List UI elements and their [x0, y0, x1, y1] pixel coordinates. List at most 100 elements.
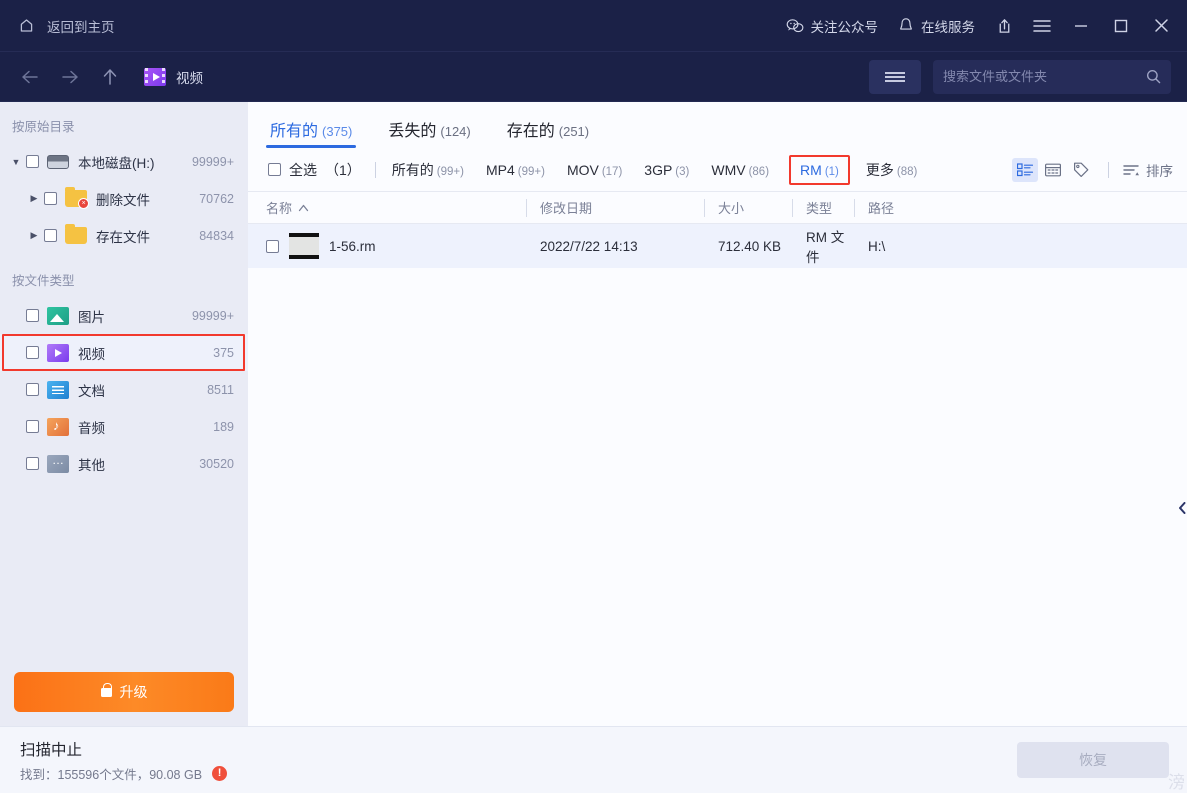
filter-3gp-label: 3GP	[644, 161, 673, 178]
filter-mp4-count: (99+)	[517, 165, 545, 178]
column-header-name[interactable]: 名称	[248, 192, 526, 224]
hamburger-icon[interactable]	[1023, 0, 1061, 52]
recover-label: 恢复	[1079, 752, 1107, 768]
sidebar-scroll: 按原始目录 ▼ 本地磁盘(H:) 99999+ ▶ × 删除文件 70762 ▶…	[0, 102, 248, 672]
filter-3gp[interactable]: 3GP (3)	[642, 158, 691, 182]
recover-button[interactable]: 恢复	[1017, 742, 1169, 778]
select-all-count: （1）	[325, 161, 361, 178]
search-box[interactable]	[933, 59, 1171, 94]
checkbox-audio[interactable]	[26, 420, 39, 433]
back-to-home-button[interactable]: 返回到主页	[0, 16, 115, 36]
minimize-icon[interactable]	[1061, 0, 1101, 52]
tab-lost[interactable]: 丢失的 (124)	[384, 117, 474, 148]
table-header: 名称 修改日期 大小 类型 路径	[248, 192, 1187, 224]
sidebar-item-local-disk[interactable]: ▼ 本地磁盘(H:) 99999+	[0, 143, 248, 180]
close-icon[interactable]	[1141, 0, 1187, 52]
arrow-up-icon[interactable]	[90, 59, 130, 95]
select-all-control[interactable]: 全选 （1）	[268, 160, 361, 180]
checkbox-videos[interactable]	[26, 346, 39, 359]
sidebar-item-count: 70762	[199, 191, 234, 206]
follow-official-account-button[interactable]: 关注公众号	[776, 0, 889, 52]
chevron-right-icon[interactable]: ▶	[26, 191, 42, 207]
warning-icon[interactable]: !	[212, 765, 228, 781]
sidebar-item-count: 189	[213, 419, 234, 434]
column-header-size[interactable]: 大小	[704, 192, 792, 224]
column-header-date-label: 修改日期	[540, 201, 593, 216]
column-header-type[interactable]: 类型	[792, 192, 854, 224]
result-tabs: 所有的 (375) 丢失的 (124) 存在的 (251)	[248, 102, 1187, 148]
column-header-name-label: 名称	[266, 201, 293, 216]
checkbox-deleted-files[interactable]	[44, 192, 57, 205]
filter-rm[interactable]: RM (1)	[800, 162, 839, 178]
sidebar-item-audio[interactable]: ▶ 音频 189	[0, 408, 248, 445]
view-mode-list-button[interactable]	[1012, 157, 1038, 182]
checkbox-select-all[interactable]	[268, 163, 281, 176]
online-service-label: 在线服务	[921, 19, 975, 35]
sidebar-item-count: 8511	[207, 382, 234, 397]
sidebar-item-images[interactable]: ▶ 图片 99999+	[0, 297, 248, 334]
table-row[interactable]: 1-56.rm 2022/7/22 14:13 712.40 KB RM 文件 …	[248, 224, 1187, 268]
column-header-path[interactable]: 路径	[854, 192, 1187, 224]
divider	[374, 161, 376, 178]
file-list[interactable]: 1-56.rm 2022/7/22 14:13 712.40 KB RM 文件 …	[248, 224, 1187, 726]
tab-all-label: 所有的	[270, 123, 319, 140]
checkbox-images[interactable]	[26, 309, 39, 322]
tab-all[interactable]: 所有的 (375)	[266, 117, 357, 148]
chevron-down-icon[interactable]: ▼	[8, 154, 24, 170]
online-service-button[interactable]: 在线服务	[888, 0, 985, 52]
back-to-home-label: 返回到主页	[47, 19, 115, 35]
sort-button[interactable]: 排序	[1123, 160, 1173, 180]
arrow-right-icon[interactable]	[50, 59, 90, 95]
sidebar-item-existing-files[interactable]: ▶ 存在文件 84834	[0, 217, 248, 254]
home-icon	[18, 17, 35, 34]
file-name: 1-56.rm	[329, 238, 376, 254]
filter-more[interactable]: 更多 (88)	[864, 156, 919, 184]
column-header-type-label: 类型	[806, 201, 833, 216]
chevron-right-icon[interactable]: ▶	[26, 228, 42, 244]
navigation-bar: 视频	[0, 52, 1187, 102]
lock-icon	[100, 682, 112, 697]
status-detail-row: 找到：155596个文件，90.08 GB !	[20, 764, 228, 783]
arrow-left-icon[interactable]	[10, 59, 50, 95]
cell-size: 712.40 KB	[718, 238, 782, 254]
sidebar-item-videos[interactable]: ▶ 视频 375	[0, 334, 248, 371]
share-icon[interactable]	[985, 0, 1023, 52]
sidebar-item-label: 音频	[78, 420, 105, 436]
sidebar-item-label: 文档	[78, 383, 105, 399]
filter-rm-label: RM	[800, 161, 822, 178]
sidebar-item-documents[interactable]: ▶ 文档 8511	[0, 371, 248, 408]
sidebar-section-type-title: 按文件类型	[12, 274, 75, 288]
checkbox-other[interactable]	[26, 457, 39, 470]
sidebar-item-count: 99999+	[191, 308, 234, 323]
upgrade-label: 升级	[119, 684, 148, 700]
tab-existing[interactable]: 存在的 (251)	[503, 117, 593, 148]
tab-all-count: (375)	[322, 124, 353, 139]
tag-button[interactable]	[1068, 158, 1094, 182]
divider	[1108, 161, 1109, 178]
checkbox-row[interactable]	[266, 239, 279, 253]
upgrade-button[interactable]: 升级	[14, 672, 234, 712]
sidebar-item-deleted-files[interactable]: ▶ × 删除文件 70762	[0, 180, 248, 217]
filter-toolbar: 全选 （1） 所有的 (99+) MP4 (99+) MOV (17) 3GP (3)	[248, 148, 1187, 192]
video-folder-icon	[144, 67, 166, 86]
list-lines-icon[interactable]	[869, 59, 921, 94]
checkbox-local-disk[interactable]	[26, 155, 39, 168]
filter-all[interactable]: 所有的 (99+)	[390, 156, 466, 184]
panel-collapse-handle[interactable]	[1178, 494, 1187, 522]
checkbox-existing-files[interactable]	[44, 229, 57, 242]
column-header-date[interactable]: 修改日期	[526, 192, 704, 224]
search-icon[interactable]	[1146, 69, 1161, 84]
sidebar-item-label: 其他	[78, 457, 105, 473]
filter-mp4[interactable]: MP4 (99+)	[484, 158, 547, 182]
checkbox-documents[interactable]	[26, 383, 39, 396]
search-input[interactable]	[943, 69, 1146, 84]
filter-mov[interactable]: MOV (17)	[565, 158, 624, 182]
sidebar: 按原始目录 ▼ 本地磁盘(H:) 99999+ ▶ × 删除文件 70762 ▶…	[0, 102, 248, 726]
filter-all-label: 所有的	[391, 161, 434, 178]
filter-wmv[interactable]: WMV (86)	[709, 158, 771, 182]
sidebar-item-other[interactable]: ▶ 其他 30520	[0, 445, 248, 482]
maximize-icon[interactable]	[1101, 0, 1141, 52]
breadcrumb[interactable]: 视频	[144, 67, 203, 87]
view-mode-thumbnail-button[interactable]	[1040, 158, 1066, 182]
list-lines-glyph	[885, 70, 905, 84]
